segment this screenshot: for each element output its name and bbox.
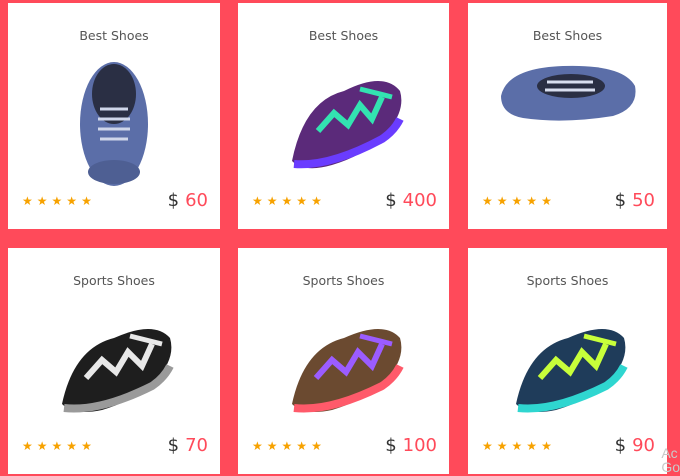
price-amount: 100 — [402, 435, 437, 456]
star-icon: ★ — [22, 194, 33, 208]
product-title: Sports Shoes — [526, 273, 609, 288]
product-price: $400 — [385, 190, 437, 211]
star-icon: ★ — [496, 194, 508, 208]
star-icon: ★ — [296, 439, 308, 453]
star-icon: ★ — [36, 439, 48, 453]
canvas-shoe-top-icon — [8, 51, 220, 191]
star-icon: ★ — [526, 439, 538, 453]
product-card[interactable]: Best Shoes ★ ★ ★ ★ ★ $400 — [238, 3, 449, 229]
price-amount: 400 — [402, 190, 437, 211]
product-price: $90 — [615, 435, 655, 456]
star-icon: ★ — [281, 439, 293, 453]
currency-symbol: $ — [614, 435, 627, 456]
star-icon: ★ — [541, 439, 552, 453]
price-amount: 60 — [185, 190, 208, 211]
star-icon: ★ — [36, 194, 48, 208]
star-icon: ★ — [496, 439, 508, 453]
star-icon: ★ — [22, 439, 33, 453]
star-icon: ★ — [81, 439, 92, 453]
black-white-sneaker-icon — [8, 296, 220, 436]
product-title: Sports Shoes — [73, 273, 155, 288]
star-icon: ★ — [311, 439, 322, 453]
star-icon: ★ — [511, 194, 523, 208]
star-icon: ★ — [281, 194, 293, 208]
product-card[interactable]: Sports Shoes ★ ★ ★ ★ ★ $90 — [468, 248, 667, 474]
product-price: $50 — [615, 190, 655, 211]
star-icon: ★ — [511, 439, 523, 453]
star-icon: ★ — [482, 439, 493, 453]
product-card[interactable]: Sports Shoes ★ ★ ★ ★ ★ $70 — [8, 248, 220, 474]
product-price: $70 — [168, 435, 208, 456]
star-icon: ★ — [81, 194, 92, 208]
price-amount: 90 — [632, 435, 655, 456]
rating-stars: ★ ★ ★ ★ ★ — [252, 195, 322, 207]
currency-symbol: $ — [167, 190, 180, 211]
star-icon: ★ — [311, 194, 322, 208]
price-amount: 70 — [185, 435, 208, 456]
star-icon: ★ — [66, 439, 78, 453]
product-card[interactable]: Sports Shoes ★ ★ ★ ★ ★ $100 — [238, 248, 449, 474]
star-icon: ★ — [66, 194, 78, 208]
star-icon: ★ — [526, 194, 538, 208]
rating-stars: ★ ★ ★ ★ ★ — [22, 195, 92, 207]
rating-stars: ★ ★ ★ ★ ★ — [22, 440, 92, 452]
product-card[interactable]: Best Shoes ★ ★ ★ ★ ★ $60 — [8, 3, 220, 229]
rating-stars: ★ ★ ★ ★ ★ — [252, 440, 322, 452]
star-icon: ★ — [252, 439, 263, 453]
product-price: $60 — [168, 190, 208, 211]
rating-stars: ★ ★ ★ ★ ★ — [482, 195, 552, 207]
star-icon: ★ — [266, 194, 278, 208]
currency-symbol: $ — [385, 190, 397, 211]
watermark-text: Ac Go — [661, 445, 680, 475]
star-icon: ★ — [51, 439, 63, 453]
currency-symbol: $ — [385, 435, 397, 456]
price-amount: 50 — [632, 190, 655, 211]
star-icon: ★ — [296, 194, 308, 208]
product-price: $100 — [385, 435, 437, 456]
product-title: Best Shoes — [79, 28, 149, 43]
brown-purple-sneaker-icon — [238, 296, 449, 436]
purple-green-sneaker-icon — [238, 51, 449, 191]
star-icon: ★ — [541, 194, 552, 208]
product-card[interactable]: Best Shoes ★ ★ ★ ★ ★ $50 — [468, 3, 667, 229]
product-title: Best Shoes — [308, 28, 379, 43]
product-title: Sports Shoes — [302, 273, 385, 288]
product-title: Best Shoes — [532, 28, 603, 43]
star-icon: ★ — [51, 194, 63, 208]
star-icon: ★ — [266, 439, 278, 453]
canvas-shoe-side-icon — [468, 43, 667, 143]
rating-stars: ★ ★ ★ ★ ★ — [482, 440, 552, 452]
star-icon: ★ — [252, 194, 263, 208]
currency-symbol: $ — [167, 435, 180, 456]
navy-lime-sneaker-icon — [468, 296, 667, 436]
star-icon: ★ — [482, 194, 493, 208]
currency-symbol: $ — [614, 190, 627, 211]
